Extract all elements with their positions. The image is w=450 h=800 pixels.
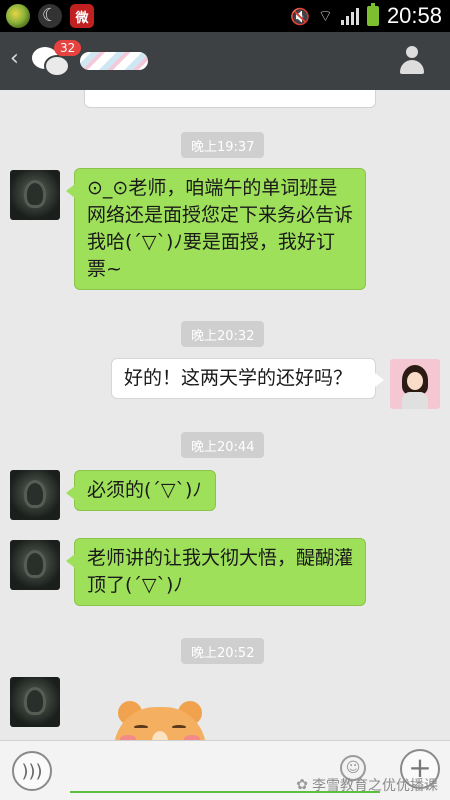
app-green-icon: [6, 4, 30, 28]
status-time: 20:58: [386, 3, 442, 28]
timestamp: 晚上20:52: [181, 638, 265, 664]
friend-avatar[interactable]: [10, 677, 60, 727]
friend-avatar[interactable]: [10, 170, 60, 220]
previous-message-bubble: [84, 90, 376, 108]
profile-icon[interactable]: [398, 46, 426, 76]
incoming-message[interactable]: ⊙_⊙老师，咱端午的单词班是网络还是面授您定下来务必告诉我哈(´▽`)ﾉ要是面授…: [66, 168, 366, 290]
input-bar: ))) ☺ + ✿ 李雪教育之优优播课: [0, 740, 450, 800]
voice-input-button[interactable]: ))): [12, 751, 52, 791]
timestamp: 晚上20:32: [181, 321, 265, 347]
chat-header: ‹ 32: [0, 32, 450, 90]
notification-icons: ☾ 微: [6, 4, 94, 28]
weibo-icon: 微: [70, 4, 94, 28]
incoming-message[interactable]: 老师讲的让我大彻大悟，醍醐灌顶了(´▽`)ﾉ: [66, 538, 366, 606]
system-icons: 🔇 ⌔ 20:58: [290, 2, 442, 30]
moon-icon: ☾: [38, 4, 62, 28]
bear-sticker[interactable]: [112, 695, 208, 740]
incoming-message[interactable]: 必须的(´▽`)ﾉ: [66, 470, 216, 511]
wifi-icon: ⌔: [317, 6, 333, 25]
status-bar: ☾ 微 🔇 ⌔ 20:58: [0, 0, 450, 32]
outgoing-message[interactable]: 好的！这两天学的还好吗？: [111, 358, 384, 399]
chat-area[interactable]: 晚上19:37 ⊙_⊙老师，咱端午的单词班是网络还是面授您定下来务必告诉我哈(´…: [0, 90, 450, 740]
battery-icon: [366, 3, 379, 26]
mute-icon: 🔇: [289, 6, 310, 26]
friend-avatar[interactable]: [10, 540, 60, 590]
watermark: ✿ 李雪教育之优优播课: [296, 775, 438, 795]
contact-name-redacted: [80, 52, 148, 70]
timestamp: 晚上19:37: [181, 132, 265, 158]
watermark-text: 李雪教育之优优播课: [312, 778, 438, 794]
my-avatar[interactable]: [390, 359, 440, 409]
friend-avatar[interactable]: [10, 470, 60, 520]
back-icon[interactable]: ‹: [10, 46, 19, 71]
unread-badge: 32: [54, 40, 82, 56]
wechat-icon: ✿: [296, 777, 308, 793]
timestamp: 晚上20:44: [181, 432, 265, 458]
signal-icon: [340, 7, 359, 25]
voice-icon: ))): [21, 760, 43, 782]
